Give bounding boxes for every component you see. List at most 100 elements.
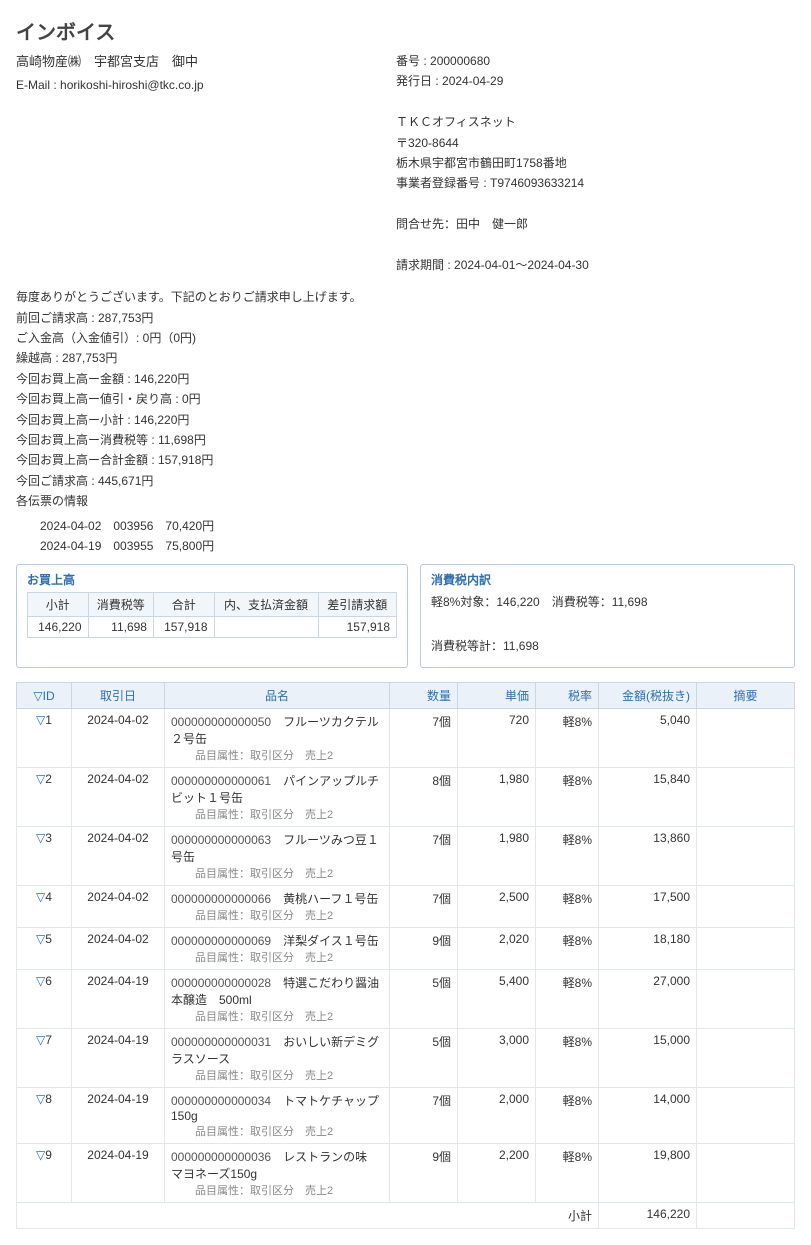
cell-rate: 軽8% [536,928,599,970]
page-title: インボイス [16,16,795,45]
cell-item: 000000000000066 黄桃ハーフ１号缶品目属性：取引区分 売上2 [165,886,390,928]
expand-row-icon[interactable]: ▽ [36,772,45,786]
customer-name: 高崎物産㈱ 宇都宮支店 御中 [16,51,356,70]
email-label: E-Mail : [16,78,60,92]
cell-remark [697,1029,795,1088]
expand-row-icon[interactable]: ▽ [36,831,45,845]
cell-rate: 軽8% [536,886,599,928]
cell-date: 2024-04-02 [72,827,165,886]
table-row: ▽62024-04-19000000000000028 特選こだわり醤油 本醸造… [17,970,795,1029]
item-sub: 品目属性：取引区分 売上2 [171,907,383,923]
cell-item: 000000000000061 パインアップルチビット１号缶品目属性：取引区分 … [165,768,390,827]
cell-amount: 17,500 [599,886,697,928]
totals-col-paid: 内、支払済金額 [214,593,318,617]
subtotal-label: 小計 [17,1203,599,1229]
expand-row-icon[interactable]: ▽ [36,1148,45,1162]
expand-row-icon[interactable]: ▽ [36,932,45,946]
subtotal-value: 146,220 [599,1203,697,1229]
item-sub: 品目属性：取引区分 売上2 [171,949,383,965]
cell-date: 2024-04-02 [72,886,165,928]
totals-val-total: 157,918 [153,617,214,638]
cell-qty: 8個 [390,768,458,827]
item-sub: 品目属性：取引区分 売上2 [171,747,383,763]
cell-price: 2,200 [458,1144,536,1203]
cell-remark [697,970,795,1029]
cell-remark [697,1144,795,1203]
col-amount: 金額(税抜き) [599,683,697,709]
totals-col-tax: 消費税等 [88,593,153,617]
cell-remark [697,886,795,928]
contact-label: 問合せ先： [396,217,456,231]
cell-qty: 5個 [390,970,458,1029]
cell-qty: 7個 [390,709,458,768]
cell-amount: 27,000 [599,970,697,1029]
cell-item: 000000000000034 トマトケチャップ 150g品目属性：取引区分 売… [165,1088,390,1144]
cell-qty: 7個 [390,1088,458,1144]
issuer-company: ＴＫＣオフィスネット [396,112,795,132]
issue-date-label: 発行日 : [396,74,442,88]
item-sub: 品目属性：取引区分 売上2 [171,1123,383,1139]
header-block: 高崎物産㈱ 宇都宮支店 御中 E-Mail : horikoshi-hirosh… [16,51,795,275]
cell-remark [697,709,795,768]
intro-line: 毎度ありがとうございます。下記のとおりご請求申し上げます。 [16,287,795,307]
col-price: 単価 [458,683,536,709]
expand-row-icon[interactable]: ▽ [36,713,45,727]
cell-remark [697,1088,795,1144]
cell-date: 2024-04-19 [72,970,165,1029]
cell-remark [697,928,795,970]
cell-rate: 軽8% [536,709,599,768]
expand-row-icon[interactable]: ▽ [36,890,45,904]
table-row: ▽82024-04-19000000000000034 トマトケチャップ 150… [17,1088,795,1144]
invoice-no: 200000680 [430,54,490,68]
reg-number: T9746093633214 [490,176,584,190]
issue-date: 2024-04-29 [442,74,503,88]
cell-date: 2024-04-02 [72,709,165,768]
item-sub: 品目属性：取引区分 売上2 [171,806,383,822]
intro-line: 今回お買上高ー値引・戻り高 : 0円 [16,389,795,409]
sort-id-icon[interactable]: ▽ [33,689,42,703]
cell-price: 2,000 [458,1088,536,1144]
voucher-line: 2024-04-19 003955 75,800円 [16,536,795,556]
cell-rate: 軽8% [536,1088,599,1144]
totals-val-due: 157,918 [318,617,396,638]
cell-item: 000000000000063 フルーツみつ豆１号缶品目属性：取引区分 売上2 [165,827,390,886]
col-name: 品名 [165,683,390,709]
cell-date: 2024-04-19 [72,1088,165,1144]
table-row: ▽52024-04-02000000000000069 洋梨ダイス１号缶品目属性… [17,928,795,970]
item-sub: 品目属性：取引区分 売上2 [171,865,383,881]
totals-val-paid [214,617,318,638]
cell-qty: 7個 [390,886,458,928]
cell-item: 000000000000036 レストランの味 マヨネーズ150g品目属性：取引… [165,1144,390,1203]
totals-col-total: 合計 [153,593,214,617]
expand-row-icon[interactable]: ▽ [36,1092,45,1106]
cell-price: 3,000 [458,1029,536,1088]
cell-price: 720 [458,709,536,768]
item-sub: 品目属性：取引区分 売上2 [171,1008,383,1024]
cell-remark [697,768,795,827]
totals-table: 小計 消費税等 合計 内、支払済金額 差引請求額 146,220 11,698 … [27,592,397,638]
expand-row-icon[interactable]: ▽ [36,1033,45,1047]
issuer-zip: 〒320-8644 [396,133,795,153]
item-sub: 品目属性：取引区分 売上2 [171,1067,383,1083]
table-row: ▽92024-04-19000000000000036 レストランの味 マヨネー… [17,1144,795,1203]
cell-qty: 5個 [390,1029,458,1088]
col-id: ID [43,689,55,703]
table-row: ▽22024-04-02000000000000061 パインアップルチビット１… [17,768,795,827]
reg-label: 事業者登録番号 : [396,176,490,190]
tax-panel: 消費税内訳 軽8%対象：146,220 消費税等：11,698 消費税等計：11… [420,564,795,668]
billing-period: 2024-04-01～2024-04-30 [454,258,589,272]
voucher-block: 2024-04-02 003956 70,420円 2024-04-19 003… [16,516,795,557]
item-sub: 品目属性：取引区分 売上2 [171,1182,383,1198]
cell-price: 2,500 [458,886,536,928]
intro-line: 今回お買上高ー小計 : 146,220円 [16,410,795,430]
table-row: ▽32024-04-02000000000000063 フルーツみつ豆１号缶品目… [17,827,795,886]
cell-price: 5,400 [458,970,536,1029]
cell-date: 2024-04-19 [72,1144,165,1203]
expand-row-icon[interactable]: ▽ [36,974,45,988]
detail-table: ▽ID 取引日 品名 数量 単価 税率 金額(税抜き) 摘要 ▽12024-04… [16,682,795,1229]
cell-date: 2024-04-19 [72,1029,165,1088]
totals-panel-title: お買上高 [27,571,397,588]
intro-line: 前回ご請求高 : 287,753円 [16,308,795,328]
intro-line: 今回お買上高ー消費税等 : 11,698円 [16,430,795,450]
intro-block: 毎度ありがとうございます。下記のとおりご請求申し上げます。 前回ご請求高 : 2… [16,287,795,511]
